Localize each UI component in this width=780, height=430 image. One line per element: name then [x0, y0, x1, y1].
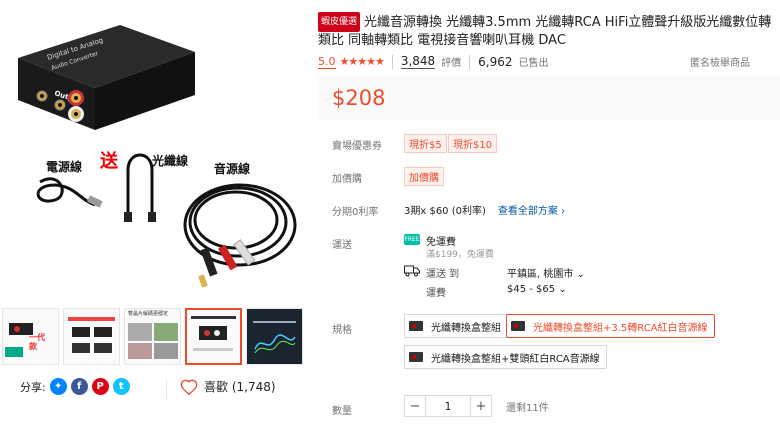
product-illustration: Digital to Analog Audio Converter Output: [18, 25, 297, 288]
price-box: $208: [318, 76, 780, 120]
addon-label: 加價購: [332, 174, 362, 185]
share-row: 分享: ✦ f P t: [20, 378, 130, 395]
free-shipping-sub: 滿$199，免運費: [426, 250, 494, 260]
installment-info: 3期x $60 (0利率) 查看全部方案 ›: [404, 202, 565, 217]
quantity-input[interactable]: 1: [426, 395, 470, 417]
variant-2-thumbnail: [511, 321, 525, 331]
sold-label: 已售出: [518, 58, 549, 69]
main-product-image[interactable]: Digital to Analog Audio Converter Output…: [0, 0, 310, 300]
ship-location-select[interactable]: 平鎮區, 桃園市 ⌄: [507, 265, 585, 280]
shipping-fee-value[interactable]: $45 - $65 ⌄: [507, 284, 567, 295]
variant-2-label: 光纖轉換盒整組+3.5轉RCA紅白音源線: [533, 322, 708, 334]
share-like-divider: [166, 380, 167, 398]
thumbnail-5-image: [253, 321, 296, 354]
shipping-label: 運送: [332, 240, 352, 251]
fiber-cable-label: 光纖線: [152, 154, 189, 168]
variant-3-thumbnail: [409, 352, 423, 362]
quantity-label: 數量: [332, 406, 352, 417]
review-label: 評價: [441, 58, 462, 69]
variant-1-thumbnail: [409, 321, 423, 331]
free-shipping-icon: FREE: [404, 234, 420, 245]
sold-divider: [469, 54, 471, 69]
review-count[interactable]: 3,848: [400, 54, 436, 69]
installment-text: 3期x $60 (0利率): [404, 206, 486, 217]
variant-1-label: 光纖轉換盒整組: [431, 322, 501, 334]
thumbnail-4-image: [191, 316, 236, 351]
variant-3-label: 光纖轉換盒整組+雙頭紅白RCA音源線: [431, 353, 600, 365]
audio-cable-label: 音源線: [214, 162, 251, 176]
share-label: 分享:: [20, 380, 46, 394]
rating-row: 5.0 ★★★★★ 3,848 評價 6,962 已售出 匿名檢舉商品: [318, 54, 780, 69]
heart-icon: [180, 379, 198, 395]
thumbnail-2[interactable]: [63, 308, 120, 365]
thumbnail-2-image: [68, 317, 115, 353]
like-button[interactable]: 喜歡 (1,748): [180, 378, 276, 395]
rating-divider: [391, 54, 393, 69]
installment-label: 分期0利率: [332, 207, 379, 218]
free-shipping-text: 免運費: [426, 237, 456, 248]
truck-icon: [404, 265, 420, 277]
twitter-icon[interactable]: t: [112, 378, 130, 395]
messenger-icon[interactable]: ✦: [49, 378, 67, 395]
shipping-fee-label: 運費: [426, 288, 446, 299]
thumbnail-1-label: 一代款: [29, 333, 45, 351]
gift-label: 送: [100, 151, 118, 172]
ship-to-label: 運送 到: [426, 269, 460, 280]
quantity-minus-button[interactable]: −: [404, 395, 426, 417]
sold-count: 6,962: [478, 54, 513, 69]
pinterest-icon[interactable]: P: [91, 378, 109, 395]
stock-remaining: 還剩11件: [506, 402, 549, 414]
variant-option-2-selected[interactable]: 光纖轉換盒整組+3.5轉RCA紅白音源線: [506, 314, 715, 338]
thumbnail-strip: 一代款 雙晶片解碼更穩定: [0, 308, 310, 368]
report-link[interactable]: 匿名檢舉商品: [690, 54, 750, 69]
quantity-plus-button[interactable]: +: [470, 395, 492, 417]
thumbnail-3-caption: 雙晶片解碼更穩定: [128, 311, 169, 317]
facebook-icon[interactable]: f: [70, 378, 88, 395]
voucher-10[interactable]: 現折$10: [448, 134, 498, 153]
like-count: 喜歡 (1,748): [204, 380, 276, 394]
thumbnail-1[interactable]: 一代款: [2, 308, 59, 365]
price: $208: [332, 86, 386, 110]
power-cable-label: 電源線: [46, 160, 83, 174]
rating-value[interactable]: 5.0: [318, 55, 336, 69]
mall-badge: 蝦皮優選: [318, 12, 361, 32]
rating-stars-icon: ★★★★★: [339, 55, 385, 68]
product-title-block: 蝦皮優選 光纖音源轉換 光纖轉3.5mm 光纖轉RCA HiFi立體聲升級版光纖數…: [318, 12, 778, 50]
thumbnail-4-selected[interactable]: [185, 308, 242, 365]
product-title: 光纖音源轉換 光纖轉3.5mm 光纖轉RCA HiFi立體聲升級版光纖數位轉類比…: [318, 15, 772, 48]
thumbnail-3[interactable]: 雙晶片解碼更穩定: [124, 308, 181, 365]
variant-option-1[interactable]: 光纖轉換盒整組: [404, 314, 508, 338]
addon-tag[interactable]: 加價購: [404, 167, 444, 186]
voucher-5[interactable]: 現折$5: [404, 134, 447, 153]
voucher-label: 賣場優惠券: [332, 141, 382, 152]
quantity-stepper: − 1 + 還剩11件: [404, 395, 549, 417]
thumbnail-5[interactable]: [246, 308, 303, 365]
installment-link[interactable]: 查看全部方案 ›: [498, 206, 565, 217]
variant-option-3[interactable]: 光纖轉換盒整組+雙頭紅白RCA音源線: [404, 345, 607, 369]
spec-label: 規格: [332, 325, 352, 336]
